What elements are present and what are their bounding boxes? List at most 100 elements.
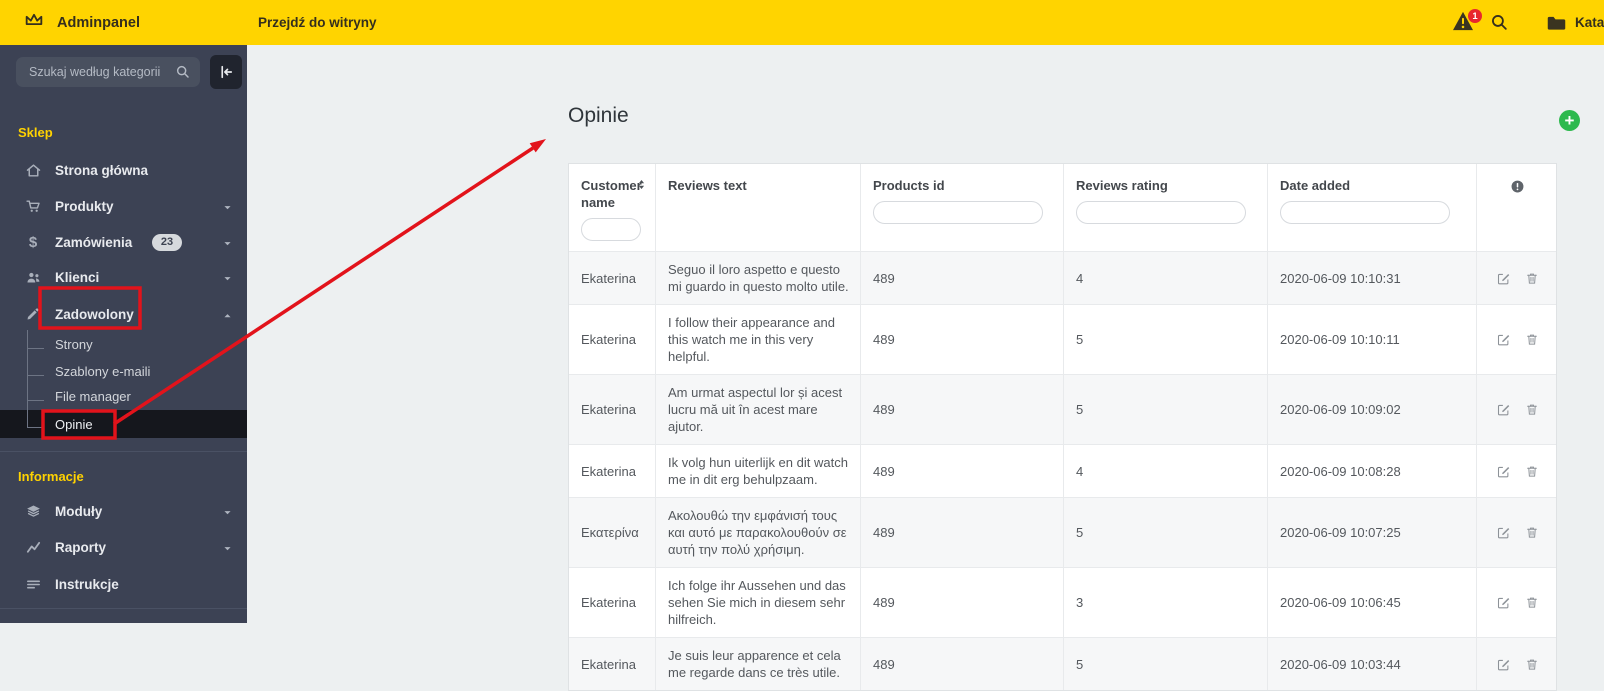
- info-icon: [1510, 179, 1525, 199]
- header-date-added: Date added: [1268, 164, 1477, 251]
- sidebar-subitem-file-manager[interactable]: File manager: [0, 383, 247, 409]
- cell-review-text: Je suis leur apparence et cela me regard…: [656, 638, 861, 690]
- sidebar-collapse-button[interactable]: [210, 55, 242, 89]
- chevron-down-icon: [222, 505, 233, 523]
- filter-products-id-input[interactable]: [873, 201, 1043, 224]
- alerts-button[interactable]: 1: [1452, 9, 1482, 35]
- table-row: Ekaterina I follow their appearance and …: [569, 304, 1556, 374]
- edit-icon[interactable]: [1495, 525, 1511, 541]
- sidebar-search-input[interactable]: [16, 57, 200, 87]
- sidebar-divider: [0, 451, 247, 452]
- filter-rating-input[interactable]: [1076, 201, 1246, 224]
- edit-icon[interactable]: [1495, 402, 1511, 418]
- header-customer-name: Customer name: [569, 164, 656, 251]
- sidebar-item-label: Instrukcje: [55, 576, 119, 592]
- table-header-row: Customer name Reviews text Products id R…: [569, 164, 1556, 251]
- table-row: Ekaterina Ik volg hun uiterlijk en dit w…: [569, 444, 1556, 497]
- sidebar: Sklep Strona główna Produkty $ Zamówieni…: [0, 45, 247, 623]
- sidebar-item-produkty[interactable]: Produkty: [0, 193, 247, 219]
- cell-customer: Εκατερίνα: [569, 498, 656, 567]
- chevron-down-icon: [222, 271, 233, 289]
- cell-review-text: Ακολουθώ την εμφάνισή τους και αυτό με π…: [656, 498, 861, 567]
- sidebar-item-label: Zamówienia: [55, 234, 133, 250]
- edit-icon[interactable]: [1495, 463, 1511, 479]
- crown-logo-icon: [23, 9, 45, 36]
- cell-customer: Ekaterina: [569, 568, 656, 637]
- search-icon[interactable]: [1490, 13, 1509, 37]
- sidebar-subitem-strony[interactable]: Strony: [0, 331, 247, 357]
- cell-date: 2020-06-09 10:06:45: [1268, 568, 1477, 637]
- cell-review-text: Am urmat aspectul lor și acest lucru mă …: [656, 375, 861, 444]
- chevron-up-icon: [222, 308, 233, 326]
- cell-product-id: 489: [861, 445, 1064, 497]
- list-icon: [24, 575, 42, 593]
- cart-icon: [24, 197, 42, 215]
- trash-icon[interactable]: [1524, 332, 1540, 348]
- brand-label: Adminpanel: [57, 14, 140, 31]
- cell-actions: [1477, 252, 1556, 304]
- collapse-arrow-icon: [221, 65, 233, 79]
- cell-rating: 5: [1064, 638, 1268, 690]
- subitem-label: Strony: [55, 336, 93, 352]
- sidebar-item-moduly[interactable]: Moduły: [0, 498, 247, 524]
- edit-icon[interactable]: [1495, 270, 1511, 286]
- filter-date-input[interactable]: [1280, 201, 1450, 224]
- dollar-icon: $: [28, 233, 38, 251]
- trash-icon[interactable]: [1524, 525, 1540, 541]
- header-reviews-text: Reviews text: [656, 164, 861, 251]
- cell-rating: 5: [1064, 305, 1268, 374]
- edit-icon[interactable]: [1495, 656, 1511, 672]
- cell-customer: Ekaterina: [569, 445, 656, 497]
- section-header-informacje: Informacje: [18, 469, 84, 484]
- cell-actions: [1477, 305, 1556, 374]
- subitem-label: File manager: [55, 388, 131, 404]
- pencil-icon: [24, 305, 42, 323]
- sidebar-item-klienci[interactable]: Klienci: [0, 264, 247, 290]
- page-title: Opinie: [568, 104, 629, 127]
- sidebar-item-strona-glowna[interactable]: Strona główna: [0, 157, 247, 183]
- header-products-id: Products id: [861, 164, 1064, 251]
- topbar: Adminpanel Przejdź do witryny 1 Kata: [0, 0, 1604, 45]
- cell-actions: [1477, 638, 1556, 690]
- sidebar-item-instrukcje[interactable]: Instrukcje: [0, 571, 247, 597]
- search-icon: [175, 64, 191, 85]
- cell-actions: [1477, 375, 1556, 444]
- sidebar-item-raporty[interactable]: Raporty: [0, 534, 247, 560]
- edit-icon[interactable]: [1495, 332, 1511, 348]
- cell-product-id: 489: [861, 252, 1064, 304]
- cell-customer: Ekaterina: [569, 638, 656, 690]
- go-to-site-link[interactable]: Przejdź do witryny: [258, 0, 377, 45]
- cell-actions: [1477, 498, 1556, 567]
- table-row: Εκατερίνα Ακολουθώ την εμφάνισή τους και…: [569, 497, 1556, 567]
- sidebar-search: [16, 57, 200, 87]
- trash-icon[interactable]: [1524, 595, 1540, 611]
- home-icon: [24, 161, 42, 179]
- sidebar-item-label: Produkty: [55, 198, 114, 214]
- cell-product-id: 489: [861, 638, 1064, 690]
- chevron-down-icon: [222, 236, 233, 254]
- trash-icon[interactable]: [1524, 270, 1540, 286]
- subitem-label: Szablony e-maili: [55, 363, 151, 379]
- trash-icon[interactable]: [1524, 656, 1540, 672]
- catalog-menu[interactable]: Kata: [1546, 0, 1604, 45]
- filter-customer-input[interactable]: [581, 218, 641, 241]
- sidebar-item-label: Strona główna: [55, 162, 149, 178]
- cell-actions: [1477, 568, 1556, 637]
- trash-icon[interactable]: [1524, 402, 1540, 418]
- trash-icon[interactable]: [1524, 463, 1540, 479]
- cell-customer: Ekaterina: [569, 305, 656, 374]
- sidebar-item-label: Moduły: [55, 503, 103, 519]
- sidebar-item-zamowienia[interactable]: $ Zamówienia 23: [0, 229, 247, 255]
- sort-icon[interactable]: [636, 178, 647, 196]
- layers-icon: [24, 502, 42, 520]
- edit-icon[interactable]: [1495, 595, 1511, 611]
- sidebar-divider: [0, 608, 247, 609]
- header-actions: [1477, 164, 1556, 251]
- cell-review-text: I follow their appearance and this watch…: [656, 305, 861, 374]
- sidebar-subitem-opinie[interactable]: Opinie: [0, 411, 247, 437]
- add-review-button[interactable]: +: [1559, 110, 1580, 131]
- sidebar-subitem-szablony-emaili[interactable]: Szablony e-maili: [0, 358, 247, 384]
- folder-icon: [1547, 16, 1566, 30]
- sidebar-item-zadowolony[interactable]: Zadowolony: [0, 301, 247, 327]
- cell-product-id: 489: [861, 568, 1064, 637]
